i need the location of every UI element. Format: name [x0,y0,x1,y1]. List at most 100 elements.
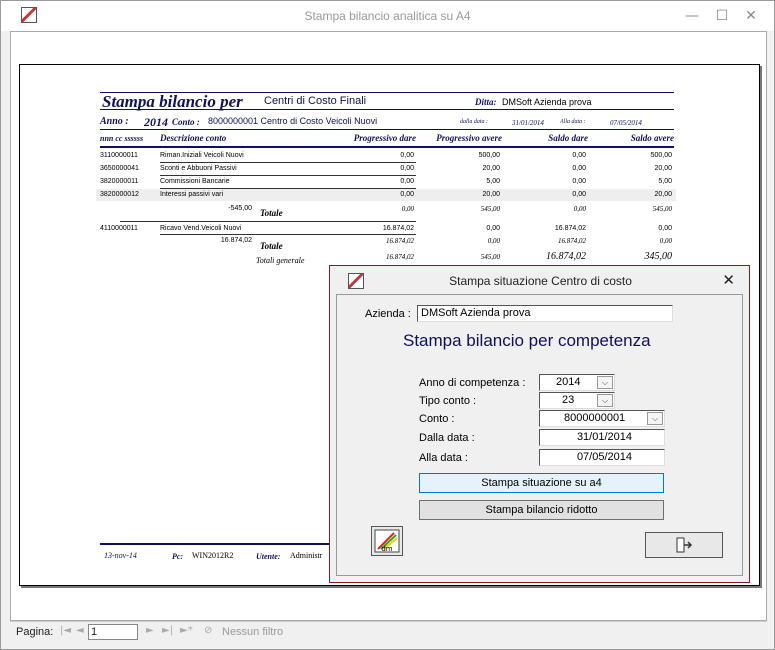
grand-prog-avere: 545,00 [480,253,500,261]
header-mid-rule [100,109,674,110]
col-desc: Descrizione conto [160,133,227,143]
azienda-field[interactable]: DMSoft Azienda prova [417,305,673,322]
grand-prog-dare: 16.874,02 [386,253,414,261]
report-subtitle: Centri di Costo Finali [264,95,367,107]
row-desc: Interessi passivi vari [160,191,224,198]
row-prog-dare: 0,00 [400,152,414,159]
footer-rule [100,543,340,545]
col-saldo-avere: Saldo avere [630,133,674,143]
conto-select[interactable]: 8000000001 ⌵ [539,410,665,427]
alla-data-field[interactable]: 07/05/2014 [539,449,665,466]
row-prog-dare: 16.874,02 [382,225,414,232]
row-saldo-dare: 0,00 [572,152,586,159]
tipo-select[interactable]: 23 ⌵ [539,392,615,409]
footer-pc-label: Pc: [172,552,184,561]
subtotal-prog-avere: 545,00 [480,205,500,213]
row-saldo-dare: 0,00 [572,178,586,185]
row-saldo-dare: 0,00 [572,165,586,172]
subtotal-prog-avere: 0,00 [487,237,500,245]
row-prog-dare: 0,00 [400,165,414,172]
subtotal-prog-dare: 0,00 [401,205,414,213]
exit-button[interactable] [645,532,723,558]
header-top-rule [100,92,674,93]
anno-label: Anno : [100,116,129,127]
row-code: 3110000011 [100,152,138,159]
svg-text:dm: dm [381,545,392,553]
print-report-button[interactable]: dm [371,526,403,556]
row-code: 4110000011 [100,225,138,232]
dalla-data-field[interactable]: 31/01/2014 [539,429,665,446]
subtotal-left: -545,00 [228,205,252,212]
close-button[interactable]: ✕ [740,5,762,27]
col-saldo-dare: Saldo dare [548,133,588,143]
subtotal-saldo-dare: 16.874,02 [558,237,586,245]
cols-bottom-rule [100,146,674,148]
conto-select-value: 8000000001 [564,412,626,424]
footer-pc: WIN2012R2 [192,551,234,560]
dalla-label: Dalla data : [419,432,475,444]
alla-value: 07/05/2014 [610,119,642,127]
chevron-down-icon[interactable]: ⌵ [647,412,663,425]
row-desc: Commissioni Bancarie [160,178,230,185]
row-rule [120,221,416,222]
subtotal-left: 16.874,02 [220,237,252,244]
subtotal-label: Totale [260,241,283,251]
chevron-down-icon[interactable]: ⌵ [597,394,613,407]
row-rule [160,234,416,235]
ditta-label: Ditta: [475,97,497,107]
minimize-button[interactable]: — [681,5,703,27]
dialog-title: Stampa situazione Centro di costo [449,274,632,288]
row-code: 3820000012 [100,191,139,198]
conto-label: Conto : [419,413,455,425]
dialog-body: Azienda : DMSoft Azienda prova Stampa bi… [336,294,743,576]
title-bar: Stampa bilancio analitica su A4 — ☐ ✕ [1,1,774,31]
ditta-value: DMSoft Azienda prova [502,97,592,107]
footer-user-label: Utente: [256,552,281,561]
conto-label: Conto : [172,117,200,127]
anno-select[interactable]: 2014 ⌵ [539,374,615,391]
col-prog-dare: Progressivo dare [353,133,416,143]
record-navigation-bar: Pagina: |◄ ◄ 1 ► ►| ►* ⊘ Nessun filtro [10,621,767,643]
row-prog-avere: 500,00 [478,152,500,159]
subtotal-saldo-avere: 545,00 [652,205,672,213]
subtotal-prog-dare: 16.874,02 [386,237,414,245]
page-number-input[interactable]: 1 [88,624,138,640]
dalla-value: 31/01/2014 [512,119,544,127]
footer-date: 13-nov-14 [104,551,137,560]
row-prog-avere: 0,00 [486,225,500,232]
row-prog-dare: 0,00 [400,191,414,198]
row-saldo-dare: 16.874,02 [554,225,586,232]
anno-select-value: 2014 [556,376,581,388]
first-page-button[interactable]: |◄ [60,625,71,636]
maximize-button[interactable]: ☐ [711,5,733,27]
row-desc: Sconti e Abbuoni Passivi [160,165,237,172]
dialog-close-button[interactable]: ✕ [722,271,735,289]
row-prog-avere: 5,00 [486,178,500,185]
prev-page-button[interactable]: ◄ [76,625,84,636]
row-saldo-avere: 0,00 [658,225,672,232]
grand-total-label: Totali generale [256,256,305,265]
report-window: Stampa bilancio analitica su A4 — ☐ ✕ St… [0,0,775,650]
row-saldo-avere: 500,00 [650,152,672,159]
stampa-ridotto-button[interactable]: Stampa bilancio ridotto [419,500,664,520]
tipo-select-value: 23 [562,394,575,406]
alla-label: Alla data : [560,119,586,125]
grand-saldo-avere: 345,00 [644,251,673,262]
anno-value: 2014 [144,115,168,129]
filter-status[interactable]: Nessun filtro [222,626,283,638]
stampa-a4-button[interactable]: Stampa situazione su a4 [419,473,664,493]
next-page-button[interactable]: ► [146,625,154,636]
new-record-button[interactable]: ►* [180,625,193,636]
tipo-label: Tipo conto : [419,395,477,407]
print-report-icon: dm [374,529,400,553]
row-prog-dare: 0,00 [400,178,414,185]
last-page-button[interactable]: ►| [162,625,173,636]
row-desc: Ricavo Vend.Veicoli Nuovi [160,225,242,232]
chevron-down-icon[interactable]: ⌵ [597,376,613,389]
row-rule [160,162,416,163]
row-prog-avere: 20,00 [482,191,500,198]
window-title: Stampa bilancio analitica su A4 [304,9,471,23]
dialog-heading: Stampa bilancio per competenza [403,331,651,350]
row-saldo-dare: 0,00 [572,191,586,198]
row-rule [160,175,416,176]
